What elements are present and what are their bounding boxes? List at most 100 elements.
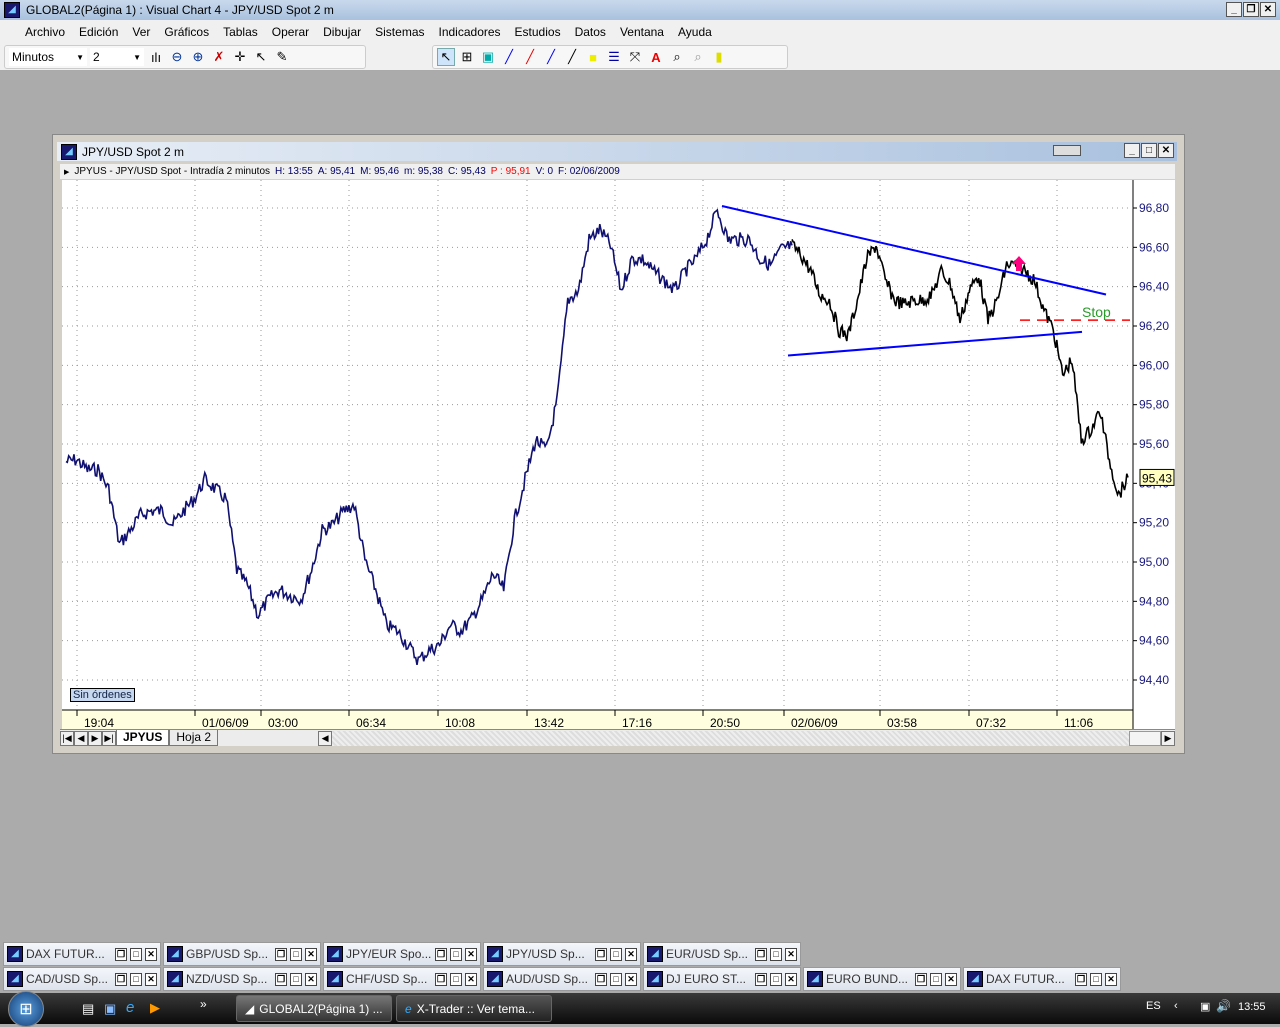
restore-button[interactable]: ❐ xyxy=(755,947,767,961)
cursor-cross-icon[interactable]: ✛ xyxy=(231,48,249,66)
menu-tablas[interactable]: Tablas xyxy=(216,25,265,39)
channel-icon[interactable]: ⤧ xyxy=(626,48,644,66)
restore-button[interactable]: ❐ xyxy=(115,947,127,961)
period-value-select[interactable]: 2 ▼ xyxy=(90,48,144,66)
maximize-button[interactable]: □ xyxy=(770,947,782,961)
minimized-window[interactable]: ◢ JPY/EUR Spo... ❐ □ ✕ xyxy=(323,942,481,966)
minimized-window[interactable]: ◢ JPY/USD Sp... ❐ □ ✕ xyxy=(483,942,641,966)
maximize-button[interactable]: □ xyxy=(610,972,622,986)
close-button[interactable]: ✕ xyxy=(945,972,957,986)
menu-archivo[interactable]: Archivo xyxy=(18,25,72,39)
yellow-box-icon[interactable]: ■ xyxy=(584,48,602,66)
scroll-left-button[interactable]: ◀ xyxy=(318,730,333,746)
first-sheet-button[interactable]: |◀ xyxy=(60,730,74,746)
media-player-icon[interactable]: ▶ xyxy=(150,1000,160,1016)
tab-hoja-2[interactable]: Hoja 2 xyxy=(169,730,219,746)
ie-icon[interactable]: e xyxy=(126,999,134,1016)
close-button[interactable]: ✕ xyxy=(145,947,157,961)
close-button[interactable]: ✕ xyxy=(1260,2,1276,17)
task-global2[interactable]: ◢ GLOBAL2(Página 1) ... xyxy=(236,995,392,1022)
menu-sistemas[interactable]: Sistemas xyxy=(368,25,431,39)
maximize-button[interactable]: □ xyxy=(1090,972,1102,986)
restore-button[interactable]: ❐ xyxy=(595,947,607,961)
maximize-button[interactable]: □ xyxy=(930,972,942,986)
select-object-icon[interactable]: ↖ xyxy=(252,48,270,66)
clock[interactable]: 13:55 xyxy=(1238,1001,1266,1013)
volume-icon[interactable]: 🔊 xyxy=(1216,999,1231,1013)
minimized-window[interactable]: ◢ CAD/USD Sp... ❐ □ ✕ xyxy=(3,967,161,991)
highlight-icon[interactable]: ▮ xyxy=(710,48,728,66)
restore-button[interactable]: ❐ xyxy=(435,947,447,961)
zoom-out-icon[interactable]: ⊖ xyxy=(168,48,186,66)
menu-datos[interactable]: Datos xyxy=(568,25,613,39)
close-button[interactable]: ✕ xyxy=(785,947,797,961)
chart-svg[interactable]: 96,8096,6096,4096,2096,0095,8095,6095,40… xyxy=(62,180,1175,730)
restore-button[interactable]: ❐ xyxy=(275,947,287,961)
maximize-button[interactable]: □ xyxy=(130,947,142,961)
menu-dibujar[interactable]: Dibujar xyxy=(316,25,368,39)
maximize-button[interactable]: □ xyxy=(610,947,622,961)
ruler-icon[interactable]: ⊞ xyxy=(458,48,476,66)
orders-status[interactable]: Sin órdenes xyxy=(70,688,135,702)
upper-trendline[interactable] xyxy=(721,205,1107,296)
menu-edicion[interactable]: Edición xyxy=(72,25,125,39)
delete-drawings-icon[interactable]: ✗ xyxy=(210,48,228,66)
minimize-button[interactable]: _ xyxy=(1226,2,1242,17)
minimized-window[interactable]: ◢ EUR/USD Sp... ❐ □ ✕ xyxy=(643,942,801,966)
zoom-area-icon[interactable]: ⌕ xyxy=(668,48,686,66)
close-button[interactable]: ✕ xyxy=(625,947,637,961)
chart-close-button[interactable]: ✕ xyxy=(1158,143,1174,158)
restore-button[interactable]: ❐ xyxy=(115,972,127,986)
close-button[interactable]: ✕ xyxy=(1105,972,1117,986)
menu-ver[interactable]: Ver xyxy=(125,25,157,39)
tray-expand-icon[interactable]: ‹ xyxy=(1174,1000,1178,1012)
last-sheet-button[interactable]: ▶| xyxy=(102,730,116,746)
next-sheet-button[interactable]: ▶ xyxy=(88,730,102,746)
minimized-window[interactable]: ◢ CHF/USD Sp... ❐ □ ✕ xyxy=(323,967,481,991)
text-icon[interactable]: A xyxy=(647,48,665,66)
menu-ventana[interactable]: Ventana xyxy=(613,25,671,39)
lower-trendline[interactable] xyxy=(787,330,1083,357)
more-icon[interactable]: » xyxy=(200,997,207,1011)
show-desktop-icon[interactable]: ▤ xyxy=(82,1001,94,1017)
chart-maximize-button[interactable]: □ xyxy=(1141,143,1157,158)
zoom-in-icon[interactable]: ⊕ xyxy=(189,48,207,66)
close-button[interactable]: ✕ xyxy=(625,972,637,986)
network-icon[interactable]: ▣ xyxy=(1200,1000,1210,1013)
scrollbar-thumb[interactable] xyxy=(1129,730,1161,746)
period-unit-select[interactable]: Minutos ▼ xyxy=(9,48,87,66)
scroll-right-button[interactable]: ▶ xyxy=(1161,730,1175,746)
switch-windows-icon[interactable]: ▣ xyxy=(104,1001,116,1017)
start-button[interactable]: ⊞ xyxy=(8,991,44,1027)
maximize-button[interactable]: □ xyxy=(130,972,142,986)
restore-button[interactable]: ❐ xyxy=(755,972,767,986)
minimized-window[interactable]: ◢ GBP/USD Sp... ❐ □ ✕ xyxy=(163,942,321,966)
pointer-icon[interactable]: ↖ xyxy=(437,48,455,66)
minimized-window[interactable]: ◢ DAX FUTUR... ❐ □ ✕ xyxy=(963,967,1121,991)
minimized-window[interactable]: ◢ DJ EURO ST... ❐ □ ✕ xyxy=(643,967,801,991)
restore-button[interactable]: ❐ xyxy=(435,972,447,986)
restore-button[interactable]: ❐ xyxy=(595,972,607,986)
close-button[interactable]: ✕ xyxy=(465,972,477,986)
chart-minimize-button[interactable]: _ xyxy=(1124,143,1140,158)
minimized-window[interactable]: ◢ DAX FUTUR... ❐ □ ✕ xyxy=(3,942,161,966)
task-xtrader[interactable]: e X-Trader :: Ver tema... xyxy=(396,995,552,1022)
menu-ayuda[interactable]: Ayuda xyxy=(671,25,719,39)
restore-button[interactable]: ❐ xyxy=(275,972,287,986)
language-indicator[interactable]: ES xyxy=(1146,1000,1161,1012)
line-red-icon[interactable]: ╱ xyxy=(521,48,539,66)
minimized-window[interactable]: ◢ NZD/USD Sp... ❐ □ ✕ xyxy=(163,967,321,991)
chart-type-icon[interactable]: ılı xyxy=(147,48,165,66)
zoom-reset-icon[interactable]: ⌕ xyxy=(689,48,707,66)
restore-button[interactable]: ❐ xyxy=(1075,972,1087,986)
maximize-button[interactable]: □ xyxy=(290,972,302,986)
menu-indicadores[interactable]: Indicadores xyxy=(432,25,508,39)
close-button[interactable]: ✕ xyxy=(145,972,157,986)
pen-icon[interactable]: ✎ xyxy=(273,48,291,66)
close-button[interactable]: ✕ xyxy=(785,972,797,986)
menu-estudios[interactable]: Estudios xyxy=(508,25,568,39)
menu-graficos[interactable]: Gráficos xyxy=(157,25,216,39)
maximize-button[interactable]: □ xyxy=(450,972,462,986)
tab-jpyus[interactable]: JPYUS xyxy=(116,730,170,746)
scroll-thumb[interactable] xyxy=(1053,145,1081,156)
